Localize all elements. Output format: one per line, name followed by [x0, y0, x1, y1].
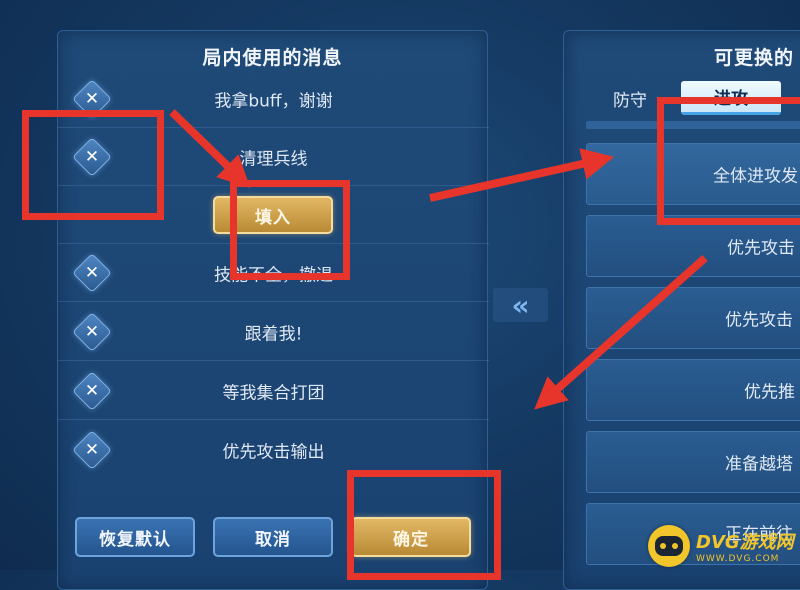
message-row[interactable]: ✕ 我拿buff，谢谢	[58, 70, 489, 128]
message-editor-panel: 局内使用的消息 ✕ 我拿buff，谢谢 ✕ 清理兵线 填入 ✕ 技能不全，撤退 …	[57, 30, 489, 590]
message-row[interactable]: ✕ 跟着我!	[58, 303, 489, 361]
message-row[interactable]: ✕ 优先攻击输出	[58, 421, 489, 479]
message-row[interactable]: ✕ 等我集合打团	[58, 362, 489, 420]
watermark-sub-text: WWW.DVG.COM	[696, 554, 780, 564]
message-text: 我拿buff，谢谢	[214, 91, 333, 111]
empty-slot-row: 填入	[58, 186, 489, 244]
gamepad-logo-icon	[648, 525, 690, 567]
message-text: 技能不全，撤退	[214, 265, 333, 285]
message-text: 等我集合打团	[222, 383, 325, 403]
option-text: 准备越塔	[725, 454, 793, 475]
tab-underline	[586, 121, 800, 129]
option-row[interactable]: 全体进攻发	[586, 143, 800, 205]
option-text: 优先攻击	[727, 238, 795, 259]
message-row[interactable]: ✕ 技能不全，撤退	[58, 244, 489, 302]
option-row[interactable]: 优先攻击	[586, 287, 800, 349]
tab-defense[interactable]: 防守	[602, 81, 658, 115]
option-text: 优先推	[744, 382, 795, 403]
message-text: 优先攻击输出	[222, 442, 325, 463]
replaceable-messages-panel: 可更换的 防守 进攻 全体进攻发 优先攻击 优先攻击 优先推 准备越塔 正在前往	[563, 30, 800, 590]
confirm-button[interactable]: 确定	[351, 517, 471, 557]
message-row[interactable]: ✕ 清理兵线	[58, 128, 489, 186]
message-text: 清理兵线	[239, 149, 308, 169]
cancel-button[interactable]: 取消	[213, 517, 333, 557]
option-row[interactable]: 准备越塔	[586, 431, 800, 493]
double-chevron-left-icon[interactable]: «	[493, 288, 548, 322]
message-text: 跟着我!	[244, 324, 303, 344]
reset-default-button[interactable]: 恢复默认	[75, 517, 195, 557]
option-row[interactable]: 优先攻击	[586, 215, 800, 277]
option-text: 优先攻击	[725, 310, 793, 331]
watermark-logo: DVG游戏网 WWW.DVG.COM	[648, 522, 800, 570]
option-text: 全体进攻发	[713, 166, 798, 187]
left-panel-title: 局内使用的消息	[202, 47, 343, 69]
right-panel-title: 可更换的	[714, 47, 795, 69]
tab-attack[interactable]: 进攻	[681, 81, 781, 115]
watermark-main-text: DVG游戏网	[696, 532, 794, 553]
fill-button[interactable]: 填入	[213, 196, 333, 234]
option-row[interactable]: 优先推	[586, 359, 800, 421]
